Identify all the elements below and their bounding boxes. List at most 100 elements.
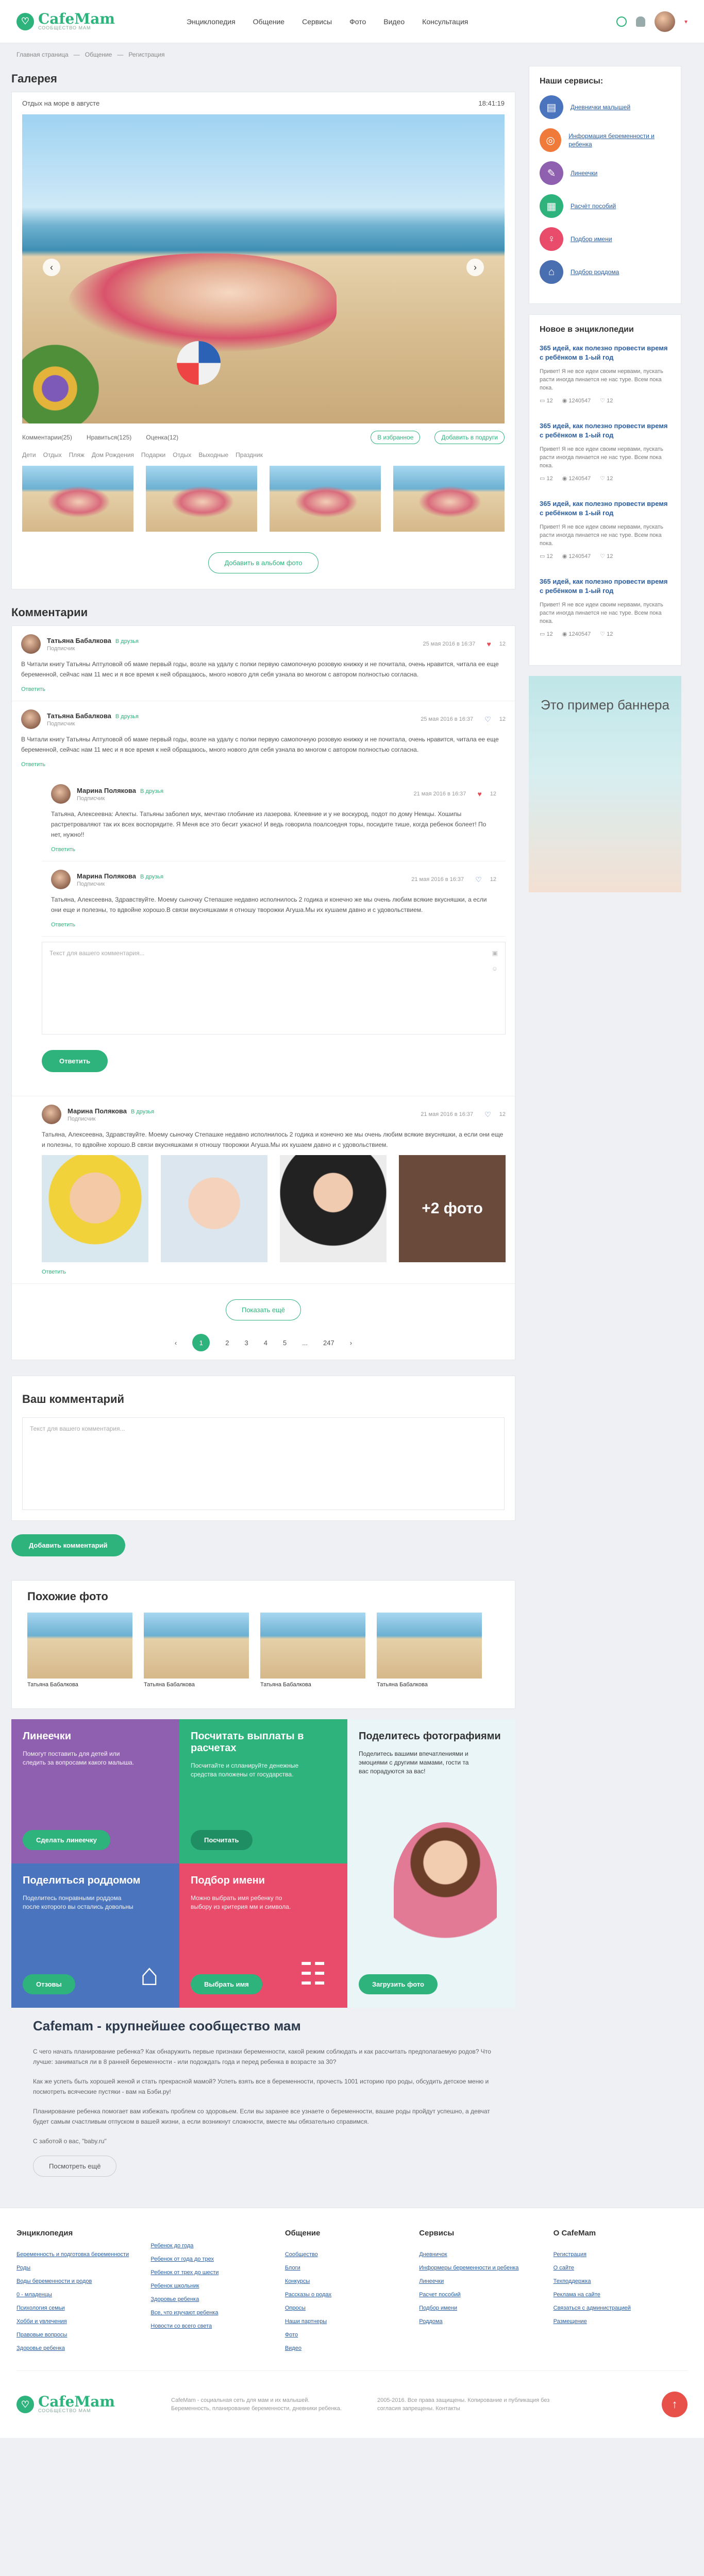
- next-page-icon[interactable]: ›: [350, 1339, 352, 1347]
- footer-link[interactable]: Новости со всего света: [150, 2319, 284, 2333]
- breadcrumb-item[interactable]: Главная страница: [16, 51, 69, 58]
- footer-link[interactable]: Ребенок от трех до шести: [150, 2266, 284, 2279]
- reply-textarea[interactable]: Текст для вашего комментария... ▣ ☺: [42, 942, 506, 1035]
- nav-item[interactable]: Фото: [349, 18, 366, 26]
- service-link[interactable]: Информация беременности и ребенка: [568, 132, 671, 148]
- author-name[interactable]: Татьяна Бабалкова: [47, 637, 111, 645]
- tag[interactable]: Подарки: [141, 451, 165, 459]
- footer-link[interactable]: Рассказы о родах: [285, 2288, 419, 2301]
- prev-page-icon[interactable]: ‹: [175, 1339, 177, 1347]
- footer-link[interactable]: Реклама на сайте: [554, 2288, 688, 2301]
- tag[interactable]: Отдых: [43, 451, 62, 459]
- footer-link[interactable]: Техподдержка: [554, 2275, 688, 2288]
- footer-link[interactable]: Дневничок: [419, 2248, 553, 2261]
- add-to-album-button[interactable]: Добавить в альбом фото: [208, 552, 319, 573]
- footer-link[interactable]: Хобби и увлечения: [16, 2315, 150, 2328]
- service-link[interactable]: Подбор роддома: [571, 268, 619, 276]
- add-friend-link[interactable]: В друзья: [115, 638, 139, 645]
- footer-link[interactable]: Регистрация: [554, 2248, 688, 2261]
- rating[interactable]: Оценка(12): [146, 434, 178, 441]
- service-link[interactable]: Дневнички малышей: [571, 103, 630, 111]
- reply-submit-button[interactable]: Ответить: [42, 1050, 108, 1072]
- footer-link[interactable]: Опросы: [285, 2301, 419, 2315]
- footer-link[interactable]: Конкурсы: [285, 2275, 419, 2288]
- promo-button[interactable]: Сделать линеечку: [23, 1830, 110, 1850]
- avatar[interactable]: [654, 11, 675, 32]
- footer-link[interactable]: Беременность и подготовка беременности: [16, 2248, 150, 2261]
- reply-link[interactable]: Ответить: [21, 761, 45, 768]
- promo-button[interactable]: Загрузить фото: [359, 1974, 438, 1994]
- add-friend-link[interactable]: В друзья: [131, 1109, 154, 1115]
- article-item[interactable]: 365 идей, как полезно провести время с р…: [540, 499, 671, 560]
- ad-banner[interactable]: Это пример баннера: [529, 676, 681, 892]
- author-name[interactable]: Марина Полякова: [68, 1107, 127, 1115]
- show-more-button[interactable]: Показать ещё: [225, 1299, 301, 1320]
- add-friend-link[interactable]: В друзья: [140, 788, 163, 794]
- nav-item[interactable]: Энциклопедия: [187, 18, 236, 26]
- page-link[interactable]: 3: [244, 1339, 248, 1347]
- service-item[interactable]: ♀ Подбор имени: [540, 227, 671, 251]
- service-link[interactable]: Расчёт пособий: [571, 202, 616, 210]
- article-title[interactable]: 365 идей, как полезно провести время с р…: [540, 421, 671, 440]
- page-link[interactable]: 2: [225, 1339, 229, 1347]
- smile-icon[interactable]: ☺: [492, 965, 498, 972]
- article-title[interactable]: 365 идей, как полезно провести время с р…: [540, 499, 671, 518]
- footer-link[interactable]: Роддома: [419, 2315, 553, 2328]
- similar-item[interactable]: Татьяна Бабалкова: [27, 1613, 132, 1688]
- article-item[interactable]: 365 идей, как полезно провести время с р…: [540, 577, 671, 637]
- reply-link[interactable]: Ответить: [51, 922, 75, 928]
- similar-photo[interactable]: [27, 1613, 132, 1679]
- similar-item[interactable]: Татьяна Бабалкова: [260, 1613, 365, 1688]
- heart-icon[interactable]: ♥: [477, 790, 481, 798]
- avatar[interactable]: [51, 784, 71, 804]
- nav-item[interactable]: Видео: [383, 18, 405, 26]
- tag[interactable]: Дом Рождения: [92, 451, 134, 459]
- author-name[interactable]: Марина Полякова: [77, 787, 136, 794]
- tag[interactable]: Отдых: [173, 451, 191, 459]
- attach-icon[interactable]: ▣: [492, 950, 498, 957]
- similar-author[interactable]: Татьяна Бабалкова: [27, 1682, 132, 1688]
- footer-link[interactable]: Воды беременности и родов: [16, 2275, 150, 2288]
- similar-photo[interactable]: [144, 1613, 249, 1679]
- similar-author[interactable]: Татьяна Бабалкова: [260, 1682, 365, 1688]
- tag[interactable]: Пляж: [69, 451, 85, 459]
- comment-photo[interactable]: [161, 1155, 267, 1262]
- prev-arrow-icon[interactable]: ‹: [43, 259, 60, 276]
- promo-button[interactable]: Выбрать имя: [191, 1974, 262, 1994]
- reply-link[interactable]: Ответить: [51, 846, 75, 853]
- heart-icon[interactable]: ♡: [484, 1110, 491, 1119]
- page-link[interactable]: 247: [323, 1339, 334, 1347]
- avatar[interactable]: [21, 709, 41, 729]
- footer-link[interactable]: Блоги: [285, 2261, 419, 2275]
- likes-count[interactable]: Нравиться(125): [87, 434, 131, 441]
- promo-button[interactable]: Посчитать: [191, 1830, 253, 1850]
- breadcrumb-item[interactable]: Общение: [85, 51, 112, 58]
- footer-link[interactable]: Ребенок школьник: [150, 2279, 284, 2293]
- footer-link[interactable]: Видео: [285, 2342, 419, 2355]
- comment-photo[interactable]: [42, 1155, 148, 1262]
- heart-icon[interactable]: ♡: [484, 715, 491, 724]
- footer-link[interactable]: 0 - младенцы: [16, 2288, 150, 2301]
- page-link[interactable]: 1: [192, 1334, 210, 1351]
- gallery-photo[interactable]: ‹ ›: [22, 114, 505, 423]
- show-more-about-button[interactable]: Посмотреть ещё: [33, 2156, 117, 2177]
- footer-link[interactable]: Здоровье ребенка: [16, 2342, 150, 2355]
- nav-item[interactable]: Сервисы: [302, 18, 332, 26]
- tag[interactable]: Праздник: [236, 451, 263, 459]
- add-friend-link[interactable]: В друзья: [115, 714, 139, 720]
- footer-link[interactable]: О сайте: [554, 2261, 688, 2275]
- footer-link[interactable]: Психология семьи: [16, 2301, 150, 2315]
- footer-link[interactable]: Подбор имени: [419, 2301, 553, 2315]
- favorite-button[interactable]: В избранное: [371, 431, 421, 444]
- logo[interactable]: ♡ CafeMam СООБЩЕСТВО МАМ: [16, 11, 187, 30]
- footer-link[interactable]: Сообщество: [285, 2248, 419, 2261]
- comment-textarea[interactable]: Текст для вашего комментария...: [22, 1417, 505, 1510]
- author-name[interactable]: Татьяна Бабалкова: [47, 712, 111, 720]
- footer-link[interactable]: Ребенок от года до трех: [150, 2252, 284, 2266]
- footer-link[interactable]: Все, что изучают ребенка: [150, 2306, 284, 2319]
- comments-count[interactable]: Комментарии(25): [22, 434, 72, 441]
- dropdown-icon[interactable]: ▾: [684, 18, 688, 25]
- add-comment-button[interactable]: Добавить комментарий: [11, 1534, 125, 1556]
- reply-link[interactable]: Ответить: [21, 686, 45, 692]
- similar-item[interactable]: Татьяна Бабалкова: [377, 1613, 482, 1688]
